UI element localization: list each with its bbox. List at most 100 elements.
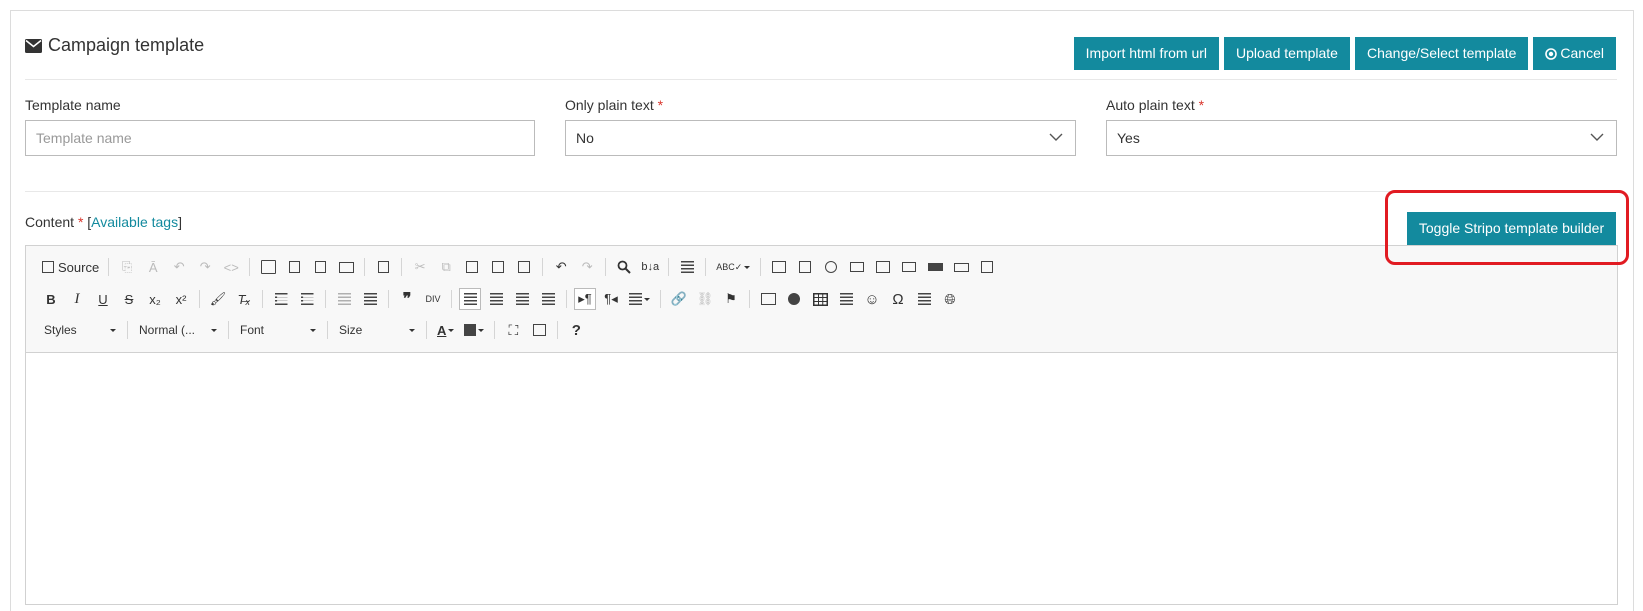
align-center-icon[interactable]: [485, 288, 507, 310]
code-icon[interactable]: <>: [220, 256, 242, 278]
undo-icon[interactable]: ↶: [550, 256, 572, 278]
new-page-icon[interactable]: [283, 256, 305, 278]
indent-icon[interactable]: [359, 288, 381, 310]
anchor-flag-icon[interactable]: ⚑: [720, 288, 742, 310]
checkbox-icon[interactable]: [794, 256, 816, 278]
size-combo[interactable]: Size: [333, 319, 421, 341]
blockquote-icon[interactable]: ❞: [396, 288, 418, 310]
remove-format-icon[interactable]: T̶ₓ: [233, 288, 255, 310]
only-plain-text-value: No: [576, 130, 594, 146]
textarea-icon[interactable]: [872, 256, 894, 278]
align-right-icon[interactable]: [511, 288, 533, 310]
iframe-globe-icon[interactable]: 🌐︎: [939, 288, 961, 310]
cut-icon[interactable]: ✂: [409, 256, 431, 278]
cancel-circle-icon: [1545, 47, 1558, 60]
subscript-icon[interactable]: x₂: [144, 288, 166, 310]
undo-light-icon[interactable]: ↶: [168, 256, 190, 278]
preview-icon[interactable]: [309, 256, 331, 278]
hidden-field-icon[interactable]: [976, 256, 998, 278]
print-icon[interactable]: [335, 256, 357, 278]
editor-content-area[interactable]: [26, 353, 1617, 604]
rich-text-editor[interactable]: Source ⎘ Ā ↶ ↷ <> ✂ ⧉ ↶ ↷ b↓a ABC✓ B I U…: [25, 245, 1618, 605]
import-html-button[interactable]: Import html from url: [1073, 37, 1220, 70]
maximize-icon[interactable]: ⛶: [502, 319, 524, 341]
source-button[interactable]: Source: [38, 260, 103, 275]
auto-plain-text-select[interactable]: Yes: [1106, 120, 1617, 156]
search-icon[interactable]: [613, 256, 635, 278]
spellcheck-icon[interactable]: ABC✓: [713, 256, 753, 278]
button-field-icon[interactable]: [924, 256, 946, 278]
bulleted-list-icon[interactable]: [296, 288, 318, 310]
paste-word-icon[interactable]: [513, 256, 535, 278]
auto-plain-text-label: Auto plain text *: [1106, 97, 1205, 113]
help-icon[interactable]: ?: [565, 319, 587, 341]
unlink-icon[interactable]: ⛓: [694, 288, 716, 310]
select-field-icon[interactable]: [898, 256, 920, 278]
upload-template-button[interactable]: Upload template: [1224, 37, 1350, 70]
header-divider: [25, 79, 1617, 80]
link-icon[interactable]: 🔗: [668, 288, 690, 310]
chevron-down-icon: [310, 328, 316, 332]
text-direction-rtl-icon[interactable]: ¶◂: [600, 288, 622, 310]
cancel-button[interactable]: Cancel: [1533, 37, 1616, 70]
superscript-icon[interactable]: x²: [170, 288, 192, 310]
format-combo[interactable]: Normal (...: [133, 319, 223, 341]
auto-plain-text-value: Yes: [1117, 130, 1140, 146]
special-char-icon[interactable]: Ω: [887, 288, 909, 310]
horizontal-rule-icon[interactable]: [835, 288, 857, 310]
chevron-down-icon: [1590, 133, 1604, 141]
align-left-icon[interactable]: [459, 288, 481, 310]
chevron-down-icon: [1049, 133, 1063, 141]
available-tags-link[interactable]: Available tags: [91, 214, 178, 230]
italic-icon[interactable]: I: [66, 288, 88, 310]
numbered-list-icon[interactable]: [270, 288, 292, 310]
redo-light-icon[interactable]: ↷: [194, 256, 216, 278]
chevron-down-icon: [211, 328, 217, 332]
template-name-input[interactable]: Template name: [25, 120, 535, 156]
paste-icon[interactable]: [461, 256, 483, 278]
image-button-icon[interactable]: [950, 256, 972, 278]
text-color-icon[interactable]: A: [434, 319, 457, 341]
background-color-icon[interactable]: [461, 319, 487, 341]
chevron-down-icon: [110, 328, 116, 332]
template-name-label: Template name: [25, 97, 121, 113]
cancel-button-label: Cancel: [1560, 45, 1604, 61]
underline-icon[interactable]: U: [92, 288, 114, 310]
div-container-icon[interactable]: DIV: [422, 288, 444, 310]
text-direction-ltr-icon[interactable]: ▸¶: [574, 288, 596, 310]
strikethrough-icon[interactable]: S: [118, 288, 140, 310]
font-combo[interactable]: Font: [234, 319, 322, 341]
radio-icon[interactable]: [820, 256, 842, 278]
copy-icon[interactable]: ⧉: [435, 256, 457, 278]
save-icon[interactable]: [257, 256, 279, 278]
templates-icon[interactable]: ⎘: [116, 256, 138, 278]
form-icon[interactable]: [768, 256, 790, 278]
page-title-text: Campaign template: [48, 35, 205, 55]
change-select-template-button[interactable]: Change/Select template: [1354, 37, 1529, 70]
templates-doc-icon[interactable]: [372, 256, 394, 278]
paste-text-icon[interactable]: [487, 256, 509, 278]
toggle-stripo-builder-button[interactable]: Toggle Stripo template builder: [1407, 212, 1616, 245]
required-mark: *: [1198, 97, 1205, 113]
find-text-icon[interactable]: Ā: [142, 256, 164, 278]
page-break-icon[interactable]: [913, 288, 935, 310]
flash-icon[interactable]: [783, 288, 805, 310]
redo-icon[interactable]: ↷: [576, 256, 598, 278]
only-plain-text-select[interactable]: No: [565, 120, 1076, 156]
image-icon[interactable]: [757, 288, 779, 310]
language-icon[interactable]: [626, 288, 653, 310]
editor-toolbar: Source ⎘ Ā ↶ ↷ <> ✂ ⧉ ↶ ↷ b↓a ABC✓ B I U…: [26, 246, 1617, 353]
replace-icon[interactable]: b↓a: [639, 256, 661, 278]
content-label: Content * [Available tags]: [25, 214, 182, 230]
show-blocks-icon[interactable]: [528, 319, 550, 341]
styles-combo[interactable]: Styles: [38, 319, 122, 341]
copy-format-icon[interactable]: 🖌: [207, 288, 229, 310]
toolbar-row-3: Styles Normal (... Font Size A ⛶ ?: [38, 316, 589, 344]
bold-icon[interactable]: B: [40, 288, 62, 310]
smiley-icon[interactable]: ☺: [861, 288, 883, 310]
outdent-icon[interactable]: [333, 288, 355, 310]
select-all-icon[interactable]: [676, 256, 698, 278]
text-field-icon[interactable]: [846, 256, 868, 278]
table-icon[interactable]: [809, 288, 831, 310]
justify-icon[interactable]: [537, 288, 559, 310]
